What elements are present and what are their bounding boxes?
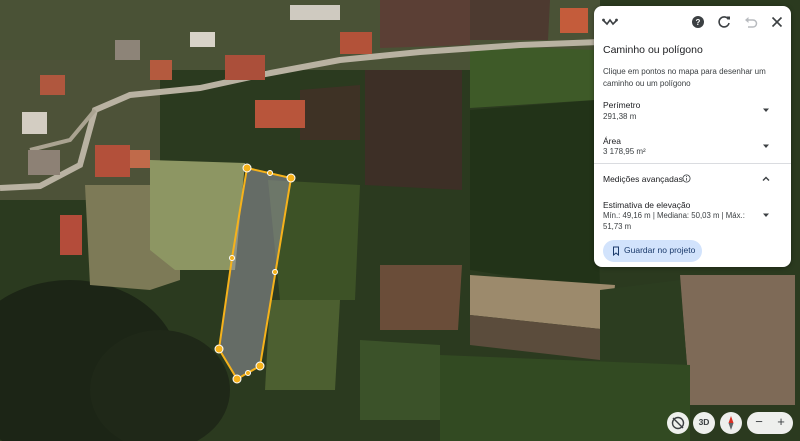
perimeter-dropdown-icon[interactable] [761, 105, 771, 115]
close-icon[interactable] [769, 14, 785, 30]
divider [594, 163, 791, 164]
chevron-up-icon[interactable] [761, 174, 771, 184]
3d-mode-button[interactable]: 3D [693, 412, 715, 434]
elevation-value: Mín.: 49,16 m | Mediana: 50,03 m | Máx.:… [603, 211, 745, 231]
layers-off-icon [671, 416, 685, 430]
zoom-controls: − + [747, 412, 793, 434]
bookmark-icon [613, 246, 619, 256]
undo-icon[interactable] [743, 14, 759, 30]
zoom-in-button[interactable]: + [770, 414, 792, 429]
save-to-project-button[interactable]: Guardar no projeto [603, 240, 702, 262]
elevation-label: Estimativa de elevação [603, 200, 691, 210]
panel-description: Clique em pontos no mapa para desenhar u… [603, 67, 766, 88]
panel-title: Caminho ou polígono [603, 44, 703, 56]
advanced-measurements-toggle[interactable]: Medições avançadas [603, 174, 683, 184]
svg-text:?: ? [696, 18, 701, 27]
save-button-label: Guardar no projeto [624, 245, 696, 255]
layers-toggle-button[interactable] [667, 412, 689, 434]
refresh-icon[interactable] [716, 14, 732, 30]
perimeter-value: 291,38 m [603, 112, 637, 121]
area-dropdown-icon[interactable] [761, 141, 771, 151]
compass-icon [728, 416, 734, 430]
measure-panel: ? Caminho ou polígono Clique em pontos n… [594, 6, 791, 267]
compass-button[interactable] [720, 412, 742, 434]
zoom-out-button[interactable]: − [748, 414, 770, 429]
info-icon[interactable] [682, 174, 691, 183]
perimeter-label: Perímetro [603, 100, 641, 110]
area-label: Área [603, 136, 621, 146]
path-icon [602, 18, 618, 26]
elevation-dropdown-icon[interactable] [761, 210, 771, 220]
3d-label: 3D [698, 417, 710, 427]
help-icon[interactable]: ? [690, 14, 706, 30]
area-value: 3 178,95 m² [603, 147, 646, 156]
